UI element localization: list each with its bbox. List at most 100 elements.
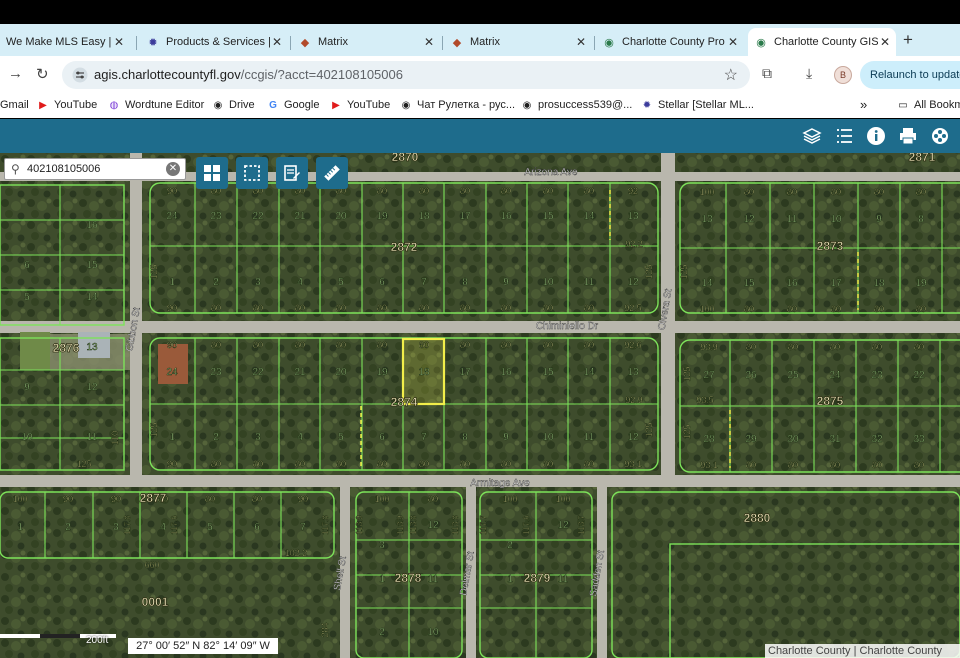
print-icon[interactable] [896, 124, 920, 148]
frontage-label: 80 [744, 187, 754, 197]
close-icon[interactable]: ✕ [880, 35, 890, 49]
close-icon[interactable]: ✕ [114, 35, 124, 49]
matrix-icon: ◆ [452, 36, 462, 49]
frontage-label: 80 [336, 459, 346, 469]
tab-label: Charlotte County Pro [622, 36, 725, 48]
frontage-label: 90 [111, 494, 121, 504]
lot-number: 9 [24, 382, 30, 393]
site-settings-icon[interactable] [72, 67, 88, 83]
url-text[interactable]: agis.charlottecountyfl.gov/ccgis/?acct=4… [94, 67, 403, 82]
bookmark-stellar[interactable]: ✹ Stellar [Stellar ML... [641, 99, 754, 111]
tab-matrix-2[interactable]: ◆ Matrix ✕ [444, 28, 592, 56]
lot-number: 19 [376, 211, 388, 222]
lot-number: 3 [255, 277, 261, 288]
bookmarks-overflow-icon[interactable]: » [860, 97, 867, 112]
frontage-label: 90 [167, 186, 177, 196]
frontage-label: 80 [295, 459, 305, 469]
frontage-label: 90 [63, 494, 73, 504]
bookmark-prosuccess[interactable]: ◉ prosuccess539@... [521, 99, 633, 111]
close-icon[interactable]: ✕ [728, 35, 738, 49]
depth-label: 117.8 [321, 515, 330, 535]
tab-products-services[interactable]: ✹ Products & Services | ✕ [140, 28, 288, 56]
block-number: 2875 [817, 394, 844, 408]
bookmark-youtube-2[interactable]: ▶ YouTube [330, 99, 390, 111]
layers-icon[interactable] [800, 124, 824, 148]
reel-icon[interactable] [928, 124, 952, 148]
map-canvas[interactable]: 24 23 22 21 20 19 18 17 16 15 14 131 2 3 4 5 6 7 8 9 10 11 122… [0, 153, 960, 658]
frontage-label: 80 [253, 340, 263, 350]
lot-number: 10 [830, 214, 842, 225]
lot-number: 23 [871, 370, 883, 381]
lot-number: 24 [829, 370, 841, 381]
extensions-icon[interactable]: ⧉ [762, 65, 772, 82]
bookmark-youtube[interactable]: ▶ YouTube [37, 99, 97, 111]
bookmark-gmail[interactable]: Gmail [0, 99, 29, 111]
lot-number: 5 [338, 277, 344, 288]
new-tab-icon[interactable]: + [903, 30, 913, 50]
bookmark-google[interactable]: G Google [267, 99, 319, 111]
lot-number: 11 [584, 277, 595, 288]
lot-number: 26 [745, 370, 757, 381]
block-number: 2873 [817, 239, 844, 253]
depth-label: 113.7 [577, 515, 586, 535]
tab-charlotte-county-pro[interactable]: ◉ Charlotte County Pro ✕ [596, 28, 744, 56]
frontage-label: 125 [76, 459, 91, 469]
tab-we-make-mls[interactable]: We Make MLS Easy | ✕ [0, 28, 130, 56]
lot-number: 9 [503, 277, 509, 288]
lot-number: 7 [421, 277, 427, 288]
frontage-label: 80 [584, 459, 594, 469]
relaunch-button[interactable]: Relaunch to update [860, 61, 960, 89]
forward-icon[interactable]: → [8, 65, 23, 82]
bookmark-label: Чат Рулетка - рус... [417, 99, 516, 111]
frontage-label: 80 [501, 303, 511, 313]
all-bookmarks[interactable]: ▭ All Bookmarks [897, 99, 960, 111]
block-number: 0001 [142, 595, 169, 609]
frontage-label: 80 [460, 340, 470, 350]
frontage-label: 80 [916, 304, 926, 314]
frontage-label: 80 [584, 186, 594, 196]
lot-number: 17 [830, 278, 842, 289]
clear-search-icon[interactable]: ✕ [166, 162, 180, 176]
close-icon[interactable]: ✕ [272, 35, 282, 49]
lot-number: 2 [65, 522, 71, 533]
coordinate-readout: 27° 00′ 52″ N 82° 14′ 09″ W [128, 638, 278, 654]
lot-number: 3 [113, 522, 119, 533]
block-number: 2870 [392, 153, 419, 164]
frontage-label: 80 [253, 303, 263, 313]
bookmark-star-icon[interactable]: ☆ [724, 65, 738, 85]
edit-document-tool[interactable] [276, 157, 308, 189]
download-icon[interactable]: ⤓ [806, 65, 812, 82]
bookmark-chat-roulette[interactable]: ◉ Чат Рулетка - рус... [400, 99, 515, 111]
search-input[interactable] [27, 161, 167, 177]
depth-label: 117.8 [123, 515, 132, 535]
frontage-label: 80 [830, 460, 840, 470]
parcel-search-box[interactable]: ⚲ ✕ [4, 158, 186, 180]
address-bar[interactable]: agis.charlottecountyfl.gov/ccgis/?acct=4… [62, 61, 750, 89]
lot-number: 29 [745, 434, 757, 445]
info-icon[interactable] [864, 124, 888, 148]
frontage-label: 90 [167, 459, 177, 469]
reload-icon[interactable]: ↻ [36, 65, 49, 83]
frontage-label: 80 [872, 342, 882, 352]
gis-map[interactable]: 24 23 22 21 20 19 18 17 16 15 14 13 1 2 3 4 5 6 7 8 9 10 11 12 2… [0, 153, 960, 658]
tab-charlotte-county-gis[interactable]: ◉ Charlotte County GIS ✕ [748, 28, 896, 56]
frontage-label: 80 [460, 186, 470, 196]
measure-ruler-tool[interactable] [316, 157, 348, 189]
street-label: Armitage Ave [470, 478, 530, 489]
tab-label: Charlotte County GIS [774, 36, 878, 48]
bookmark-wordtune[interactable]: ◍ Wordtune Editor [108, 99, 205, 111]
close-icon[interactable]: ✕ [576, 35, 586, 49]
frontage-label: 80 [377, 340, 387, 350]
frontage-label: 80 [914, 460, 924, 470]
basemap-grid-tool[interactable] [196, 157, 228, 189]
legend-list-icon[interactable] [832, 124, 856, 148]
close-icon[interactable]: ✕ [424, 35, 434, 49]
tab-matrix-1[interactable]: ◆ Matrix ✕ [292, 28, 440, 56]
url-host: agis.charlottecountyfl.gov [94, 67, 241, 82]
bookmark-drive[interactable]: ◉ Drive [212, 99, 255, 111]
lot-number: 14 [583, 367, 595, 378]
select-box-tool[interactable] [236, 157, 268, 189]
frontage-label: 80 [501, 459, 511, 469]
search-icon: ⚲ [11, 162, 20, 176]
avatar[interactable]: B [834, 66, 852, 84]
